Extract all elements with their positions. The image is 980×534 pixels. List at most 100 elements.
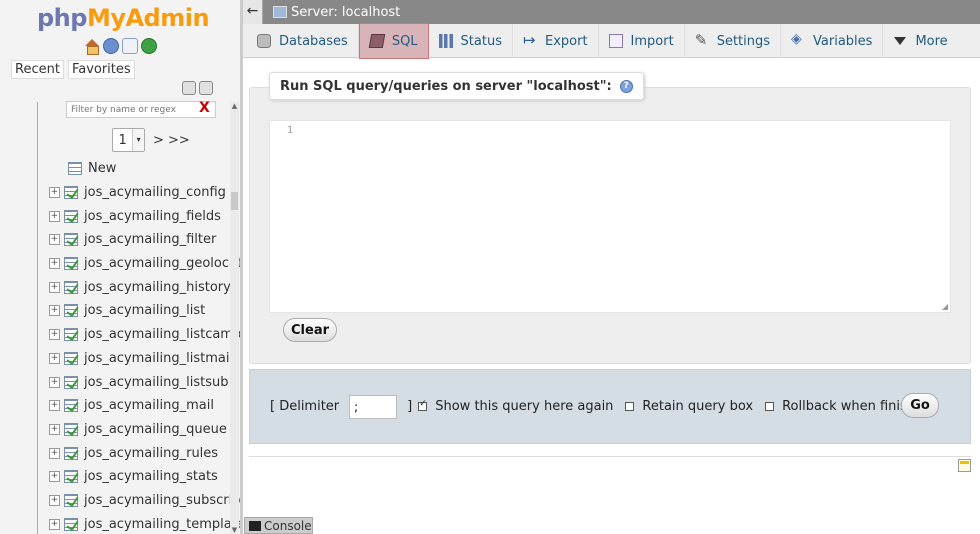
bookmark-icon[interactable] (958, 459, 971, 472)
expand-icon[interactable]: + (49, 329, 60, 341)
scroll-up-icon[interactable]: ▲ (230, 102, 239, 110)
server-breadcrumb[interactable]: Server: localhost (291, 5, 400, 20)
list-item[interactable]: + jos_acymailing_history (49, 275, 239, 299)
retain-query-checkbox[interactable] (625, 402, 635, 411)
help-icon[interactable]: ? (619, 79, 633, 93)
list-item[interactable]: + jos_acymailing_stats (49, 465, 239, 489)
rollback-checkbox[interactable] (765, 402, 775, 411)
tab-label: More (915, 33, 948, 49)
new-table-item[interactable]: New (49, 157, 239, 181)
server-icon (273, 6, 287, 18)
tab-settings[interactable]: Settings (685, 24, 782, 58)
recent-favorites-tabs: Recent Favorites (11, 60, 135, 79)
reload-icon[interactable] (141, 38, 157, 54)
list-item[interactable]: + jos_acymailing_queue (49, 418, 239, 442)
tab-more[interactable]: More (883, 24, 957, 58)
scroll-down-icon[interactable]: ▼ (230, 526, 239, 534)
table-name: jos_acymailing_fields (84, 208, 221, 224)
new-label: New (88, 161, 117, 177)
expand-icon[interactable]: + (49, 234, 60, 246)
delimiter-input[interactable] (349, 394, 398, 419)
go-button[interactable]: Go (901, 393, 939, 418)
table-name: jos_acymailing_listmail (84, 350, 234, 366)
delimiter-label: [ Delimiter (270, 399, 340, 414)
table-name: jos_acymailing_listcampa (84, 327, 240, 343)
list-item[interactable]: + jos_acymailing_subscribe (49, 489, 240, 513)
tab-status[interactable]: Status (429, 24, 513, 58)
expand-icon[interactable]: + (49, 494, 60, 506)
retain-query-label[interactable]: Retain query box (642, 399, 753, 414)
main-tabs: Databases SQL Status Export Import Setti… (243, 23, 980, 59)
list-item[interactable]: + jos_acymailing_mail (49, 394, 239, 418)
expand-icon[interactable]: + (49, 210, 60, 222)
expand-icon[interactable]: + (49, 471, 60, 483)
line-number: 1 (287, 125, 294, 136)
table-name: jos_acymailing_listsub (84, 374, 229, 390)
list-item[interactable]: + jos_acymailing_template (49, 512, 240, 534)
show-query-checkbox[interactable] (418, 399, 428, 411)
table-icon (64, 328, 78, 342)
info-icon[interactable] (103, 38, 119, 54)
tab-variables[interactable]: Variables (781, 24, 884, 58)
scrollbar-thumb[interactable] (231, 192, 238, 210)
tab-export[interactable]: Export (513, 24, 599, 58)
expand-icon[interactable]: + (49, 423, 60, 435)
list-item[interactable]: + jos_acymailing_listsub (49, 370, 239, 394)
tab-label: SQL (391, 33, 418, 49)
new-table-icon (68, 162, 82, 176)
table-icon (64, 446, 78, 460)
tab-import[interactable]: Import (599, 24, 685, 58)
resize-grip-icon[interactable]: ◢ (942, 302, 948, 311)
delimiter-close: ] (407, 399, 413, 414)
page-select[interactable]: 1 ▾ (112, 128, 145, 152)
table-name: jos_acymailing_mail (84, 398, 214, 414)
collapse-all-icon[interactable] (182, 81, 196, 95)
link-with-main-icon[interactable] (199, 81, 213, 95)
expand-icon[interactable]: + (49, 258, 60, 270)
expand-icon[interactable]: + (49, 352, 60, 364)
list-item[interactable]: + jos_acymailing_list (49, 299, 239, 323)
expand-icon[interactable]: + (49, 447, 60, 459)
list-item[interactable]: + jos_acymailing_rules (49, 441, 239, 465)
table-icon (64, 186, 78, 200)
favorites-button[interactable]: Favorites (67, 60, 135, 79)
sql-query-editor[interactable]: 1 ◢ (269, 120, 951, 313)
status-icon (438, 34, 453, 48)
navigation-scrollbar[interactable]: ▲ ▼ (230, 102, 239, 534)
table-name: jos_acymailing_stats (84, 469, 218, 485)
list-item[interactable]: + jos_acymailing_listcampa (49, 323, 240, 347)
collapse-arrow-icon[interactable]: ← (243, 0, 263, 24)
expand-icon[interactable]: + (49, 518, 60, 530)
wrench-icon (695, 31, 709, 49)
console-icon (249, 520, 261, 531)
tab-databases[interactable]: Databases (243, 24, 359, 58)
list-item[interactable]: + jos_acymailing_geolocati (49, 252, 240, 276)
next-page-link[interactable]: > >> (153, 133, 190, 148)
filter-clear-icon[interactable]: X (199, 100, 210, 116)
expand-icon[interactable]: + (49, 281, 60, 293)
expand-icon[interactable]: + (49, 305, 60, 317)
clear-button[interactable]: Clear (283, 318, 337, 342)
table-name: jos_acymailing_filter (84, 232, 217, 248)
list-item[interactable]: + jos_acymailing_filter (49, 228, 239, 252)
server-breadcrumb-bar: ← Server: localhost (243, 0, 980, 24)
console-tab[interactable]: Console (244, 517, 313, 534)
panel-splitter[interactable] (240, 0, 243, 534)
expand-icon[interactable]: + (49, 376, 60, 388)
show-query-label[interactable]: Show this query here again (435, 399, 613, 414)
list-item[interactable]: + jos_acymailing_fields (49, 204, 239, 228)
recent-button[interactable]: Recent (11, 60, 64, 79)
expand-icon[interactable]: + (49, 187, 60, 199)
table-filter-input[interactable] (66, 101, 216, 118)
documentation-icon[interactable] (122, 38, 138, 54)
table-icon (64, 257, 78, 271)
expand-icon[interactable]: + (49, 400, 60, 412)
tab-label: Export (544, 33, 588, 49)
home-icon[interactable] (84, 38, 100, 55)
chevron-down-icon: ▾ (132, 129, 144, 151)
table-icon (64, 493, 78, 507)
list-item[interactable]: + jos_acymailing_config (49, 181, 239, 205)
list-item[interactable]: + jos_acymailing_listmail (49, 347, 239, 371)
phpmyadmin-logo[interactable]: phpMyAdmin (37, 4, 210, 32)
tab-sql[interactable]: SQL (358, 23, 429, 59)
